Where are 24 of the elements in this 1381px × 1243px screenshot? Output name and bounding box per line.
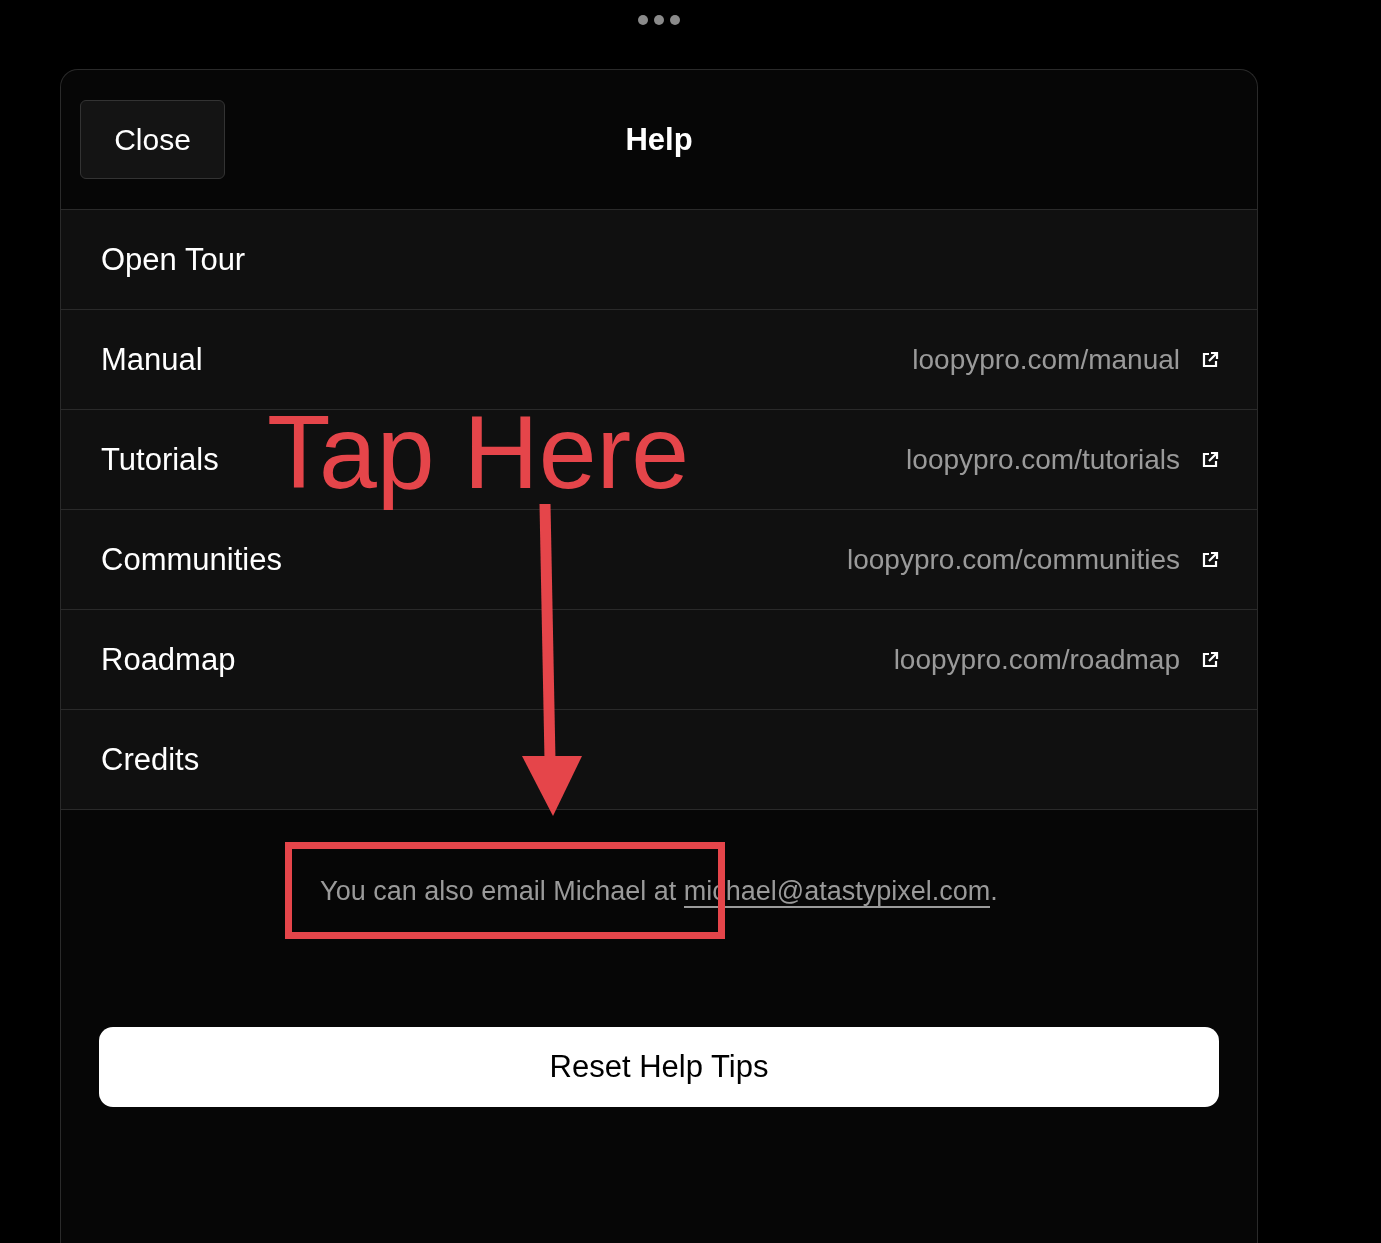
row-link[interactable]: loopypro.com/tutorials <box>906 443 1219 476</box>
panel-title: Help <box>625 121 693 158</box>
row-link[interactable]: loopypro.com/roadmap <box>893 643 1219 676</box>
reset-button[interactable]: Reset Help Tips <box>99 1027 1219 1107</box>
row-label: Manual <box>101 341 203 378</box>
external-link-icon <box>1202 651 1219 668</box>
close-button[interactable]: Close <box>80 100 225 179</box>
drag-handle-icon[interactable] <box>637 14 681 26</box>
external-link-icon <box>1202 451 1219 468</box>
row-label: Credits <box>101 741 200 778</box>
row-label: Open Tour <box>101 241 246 278</box>
menu-row[interactable]: Open Tour <box>61 210 1257 310</box>
row-link[interactable]: loopypro.com/manual <box>912 343 1219 376</box>
external-link-icon <box>1202 551 1219 568</box>
row-label: Tutorials <box>101 441 219 478</box>
menu-row[interactable]: Roadmap loopypro.com/roadmap <box>61 610 1257 710</box>
menu-row[interactable]: Tutorials Tap Here loopypro.com/tutorials <box>61 410 1257 510</box>
row-label: Communities <box>101 541 282 578</box>
menu-row[interactable]: Communities loopypro.com/communities <box>61 510 1257 610</box>
row-link[interactable]: loopypro.com/communities <box>846 543 1219 576</box>
row-label: Roadmap <box>101 641 236 678</box>
menu-row[interactable]: Manual loopypro.com/manual <box>61 310 1257 410</box>
menu-row[interactable]: Credits <box>61 710 1257 810</box>
external-link-icon <box>1202 351 1219 368</box>
